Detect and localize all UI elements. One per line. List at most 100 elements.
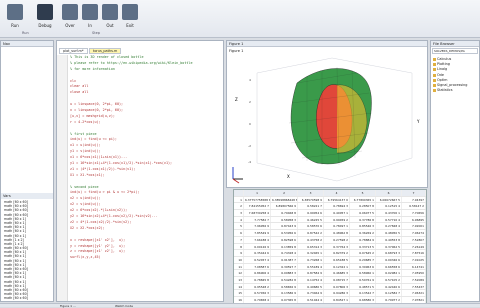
grid-cell[interactable]: 7.66188 4 bbox=[244, 236, 271, 243]
grid-cell[interactable]: 6.13859 8 bbox=[271, 243, 298, 250]
grid-cell[interactable]: 6.32465 1 bbox=[298, 250, 324, 256]
grid-cell[interactable]: 6.13542 7 bbox=[350, 290, 376, 296]
grid-cell[interactable]: 6.58960 1 bbox=[350, 270, 376, 276]
watch-code-tab[interactable]: Watch Code bbox=[115, 304, 133, 308]
grid-cell[interactable]: 6.37786 8 bbox=[350, 216, 376, 223]
grid-cell[interactable]: 6.57710 4 bbox=[376, 216, 402, 223]
grid-cell[interactable]: 4 bbox=[234, 216, 244, 223]
grid-cell[interactable]: 6.50761 9 bbox=[350, 276, 376, 283]
plot-canvas[interactable]: Z Y X 4 2 0 -2 -4 bbox=[227, 53, 427, 187]
grid-cell[interactable]: 7.55437 bbox=[402, 283, 426, 290]
grid-cell[interactable]: 7.01025 bbox=[402, 256, 426, 263]
grid-cell[interactable]: 6.08715 7 bbox=[324, 276, 350, 283]
grid-cell[interactable]: 7.06274 bbox=[402, 230, 426, 236]
step-over-icon[interactable] bbox=[62, 4, 78, 20]
grid-cell[interactable]: 7 bbox=[234, 236, 244, 243]
grid-cell[interactable]: 6.12515 4 bbox=[376, 203, 402, 210]
grid-cell[interactable]: 7.70656 bbox=[402, 210, 426, 216]
grid-cell[interactable]: 6.48571 5 bbox=[350, 283, 376, 290]
grid-cell[interactable]: 7.96956 9 bbox=[244, 223, 271, 230]
out-button-label[interactable]: Out bbox=[100, 23, 120, 28]
grid-cell[interactable]: 6.95548 2 bbox=[244, 283, 271, 290]
grid-cell[interactable]: 6.79468 8 bbox=[271, 210, 298, 216]
grid-cell[interactable]: 6.06672667 5 bbox=[376, 196, 402, 203]
grid-cell[interactable]: 6.43700 1 bbox=[376, 210, 402, 216]
grid-cell[interactable]: 6.87542 2 bbox=[298, 230, 324, 236]
grid-cell[interactable]: 6.27848 4 bbox=[376, 223, 402, 230]
grid-cell[interactable]: 7.08587 6 bbox=[244, 263, 271, 270]
grid-cell[interactable]: 6.00346 6 bbox=[376, 256, 402, 263]
grid-cell[interactable]: 7.77582 7 bbox=[244, 216, 271, 223]
grid-cell[interactable]: 6.30963 6 bbox=[350, 263, 376, 270]
grid-cell[interactable]: 6.37764 3 bbox=[324, 243, 350, 250]
run-button-label[interactable]: Run bbox=[5, 23, 25, 28]
grid-cell[interactable]: 7.52807 bbox=[402, 236, 426, 243]
grid-cell[interactable]: 6.46225 5 bbox=[298, 216, 324, 223]
variable-item[interactable]: math [60 x 60] bbox=[1, 296, 53, 300]
grid-cell[interactable]: 6.89807566 9 bbox=[271, 203, 298, 210]
data-grid[interactable]: 1 2 3 4 5 6 7 1 6.37757758588 6 6.38598868448 8 6.… bbox=[233, 189, 427, 305]
grid-cell[interactable]: 6.48050 5 bbox=[376, 230, 402, 236]
grid-cell[interactable]: 6.27598 2 bbox=[324, 236, 350, 243]
grid-cell[interactable]: 6.65314 3 bbox=[298, 243, 324, 250]
grid-cell[interactable]: 6.09883 3 bbox=[271, 270, 298, 276]
grid-cell[interactable]: 6.78694 3 bbox=[324, 203, 350, 210]
exit-button-label[interactable]: Exit bbox=[120, 23, 140, 28]
grid-cell[interactable]: 6.36269 2 bbox=[350, 230, 376, 236]
grid-cell[interactable]: 6.58656 9 bbox=[271, 283, 298, 290]
grid-cell[interactable]: 6.52457 4 bbox=[244, 256, 271, 263]
grid-cell[interactable]: 6.57456 3 bbox=[244, 290, 271, 296]
grid-cell[interactable]: 6.73268 1 bbox=[298, 256, 324, 263]
grid-cell[interactable]: 7.96321 bbox=[402, 290, 426, 296]
grid-cell[interactable]: 6.58147 2 bbox=[402, 203, 426, 210]
grid-cell[interactable]: 6.54282 8 bbox=[271, 276, 298, 283]
grid-cell[interactable]: 6.13586 9 bbox=[271, 290, 298, 296]
grid-cell[interactable]: 6.82598 6 bbox=[271, 236, 298, 243]
grid-cell[interactable]: 6.37757758588 6 bbox=[244, 196, 271, 203]
grid-cell[interactable]: 7.92001 bbox=[402, 223, 426, 230]
grid-cell[interactable]: 6.35444 6 bbox=[244, 250, 271, 256]
grid-cell[interactable]: 6.29685 7 bbox=[350, 256, 376, 263]
grid-cell[interactable]: 6.12582 7 bbox=[376, 290, 402, 296]
grid-cell[interactable]: 6.55189 4 bbox=[298, 263, 324, 270]
in-button-label[interactable]: In bbox=[80, 23, 100, 28]
grid-cell[interactable]: 9 bbox=[234, 250, 244, 256]
grid-cell[interactable]: 6.49680 5 bbox=[298, 283, 324, 290]
grid-cell[interactable]: 6.87584 9 bbox=[298, 270, 324, 276]
grid-cell[interactable]: 6.96895 bbox=[402, 216, 426, 223]
debug-button-label[interactable]: Debug bbox=[35, 23, 55, 28]
grid-cell[interactable]: 6.99054 6 bbox=[298, 210, 324, 216]
grid-cell[interactable]: 6.48962 8 bbox=[324, 230, 350, 236]
grid-cell[interactable]: 6.12322 1 bbox=[324, 263, 350, 270]
grid-cell[interactable]: 7.68730258 4 bbox=[244, 210, 271, 216]
grid-cell[interactable]: 6.78884 9 bbox=[350, 236, 376, 243]
grid-cell[interactable]: 6.85546 3 bbox=[350, 223, 376, 230]
grid-cell[interactable]: 6.33713 5 bbox=[350, 243, 376, 250]
grid-cell[interactable]: 6.14741 bbox=[402, 263, 426, 270]
grid-cell[interactable]: 6.58958 3 bbox=[271, 216, 298, 223]
grid-cell[interactable]: 2 bbox=[234, 203, 244, 210]
grid-cell[interactable]: 6.58221 7 bbox=[298, 203, 324, 210]
grid-cell[interactable]: 6.94286 3 bbox=[324, 290, 350, 296]
grid-cell[interactable]: 6.06077 5 bbox=[350, 210, 376, 216]
grid-cell[interactable]: 14 bbox=[234, 283, 244, 290]
grid-cell[interactable]: 6.91387 7 bbox=[271, 256, 298, 263]
grid-cell[interactable]: 6.84527 1 bbox=[324, 297, 350, 303]
grid-cell[interactable]: 10 bbox=[234, 256, 244, 263]
grid-cell[interactable]: 6.79658 4 bbox=[244, 297, 271, 303]
grid-cell[interactable]: 6.49553 8 bbox=[376, 236, 402, 243]
grid-cell[interactable]: 6.78497 1 bbox=[324, 223, 350, 230]
grid-cell[interactable]: 7.85549 9 bbox=[244, 230, 271, 236]
grid-cell[interactable]: 6.73464 9 bbox=[298, 290, 324, 296]
grid-cell[interactable]: 16 bbox=[234, 297, 244, 303]
grid-cell[interactable]: 6.40057 1 bbox=[324, 210, 350, 216]
grid-cell[interactable]: 6.57105 2 bbox=[376, 276, 402, 283]
grid-cell[interactable]: 11 bbox=[234, 263, 244, 270]
exit-icon[interactable] bbox=[122, 4, 138, 20]
grid-cell[interactable]: 7.94397 bbox=[402, 196, 426, 203]
grid-cell[interactable]: 8 bbox=[234, 243, 244, 250]
grid-cell[interactable]: 6.77890365 1 bbox=[350, 196, 376, 203]
code-area[interactable]: % This is 3D render of closed bottle% pl… bbox=[70, 55, 221, 261]
grid-cell[interactable]: 6.46685 3 bbox=[324, 270, 350, 276]
file-item[interactable]: Statistics bbox=[431, 88, 479, 93]
